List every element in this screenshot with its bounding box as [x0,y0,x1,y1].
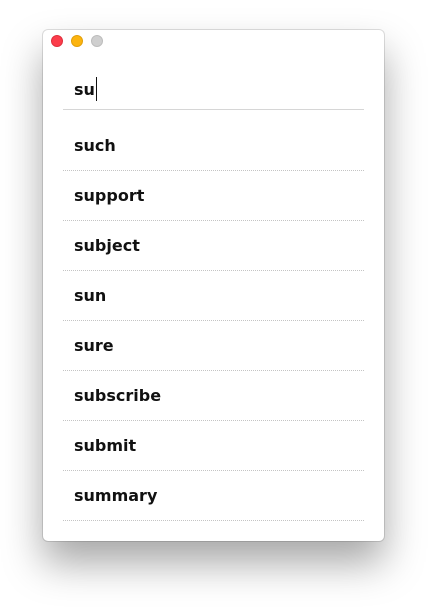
zoom-window-button[interactable] [91,35,103,47]
search-field-container: su [63,70,364,110]
text-caret [95,77,97,101]
suggestion-item-sun[interactable]: sun [63,271,364,321]
suggestion-label: sure [74,336,114,355]
close-window-button[interactable] [51,35,63,47]
search-input-value: su [74,79,95,99]
suggestion-item-summary[interactable]: summary [63,471,364,521]
suggestion-label: summary [74,486,158,505]
minimize-window-button[interactable] [71,35,83,47]
autocomplete-window: su such support subject sun sure subscri… [43,30,384,541]
suggestion-label: subject [74,236,140,255]
suggestion-item-such[interactable]: such [63,121,364,171]
suggestion-item-subscribe[interactable]: subscribe [63,371,364,421]
suggestion-item-submit[interactable]: submit [63,421,364,471]
suggestion-label: subscribe [74,386,162,405]
window-controls [51,35,103,47]
suggestion-label: support [74,186,145,205]
suggestion-list: such support subject sun sure subscribe … [63,121,364,521]
suggestion-item-support[interactable]: support [63,171,364,221]
suggestion-label: sun [74,286,107,305]
suggestion-label: submit [74,436,137,455]
suggestion-item-subject[interactable]: subject [63,221,364,271]
suggestion-label: such [74,136,116,155]
search-input[interactable]: su [74,77,97,101]
suggestion-item-sure[interactable]: sure [63,321,364,371]
